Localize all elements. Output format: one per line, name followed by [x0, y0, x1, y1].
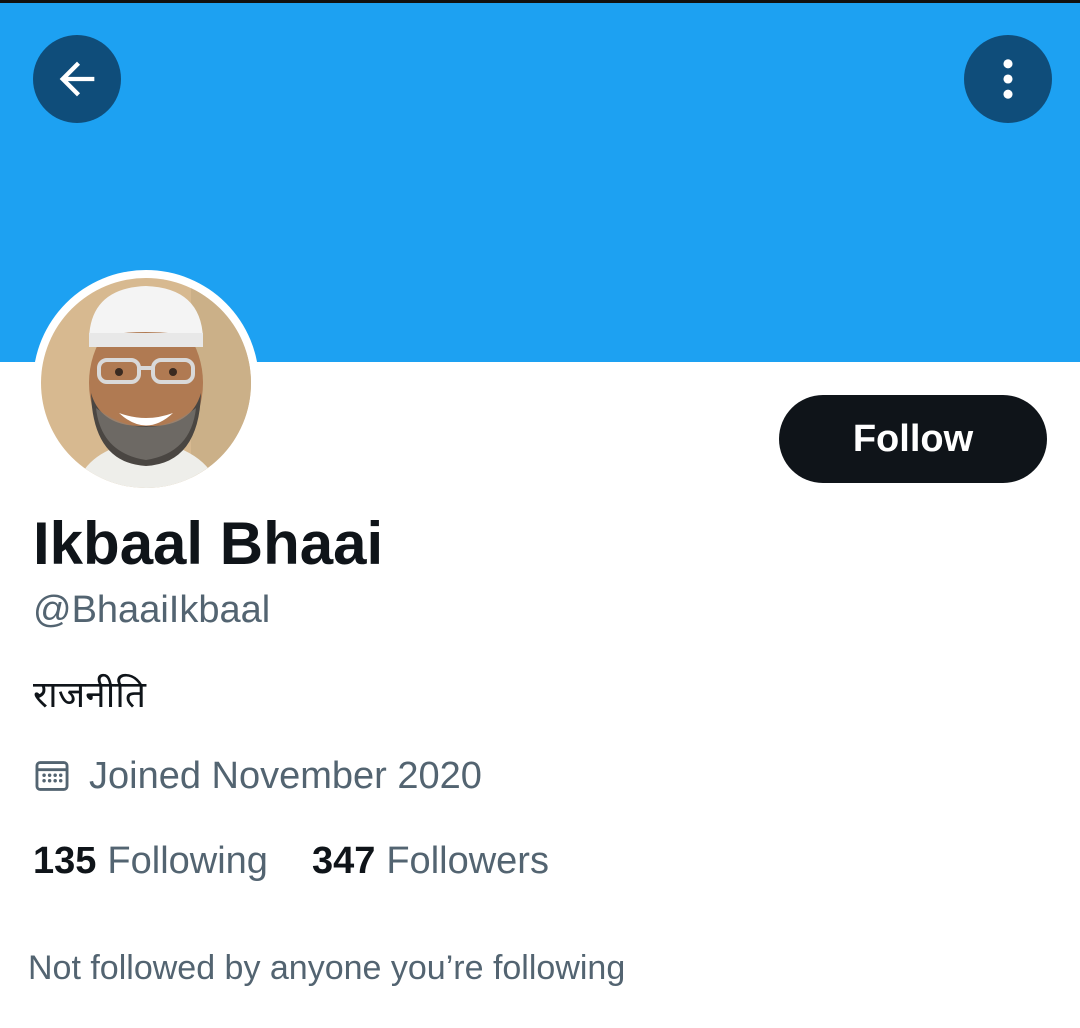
following-link[interactable]: 135 Following	[33, 840, 268, 883]
following-count: 135	[33, 839, 97, 882]
bio: राजनीति	[33, 673, 146, 716]
calendar-icon	[35, 761, 69, 791]
handle: @BhaaiIkbaal	[33, 589, 271, 631]
followers-label: Followers	[386, 839, 549, 882]
followers-count: 347	[311, 839, 376, 882]
following-label: Following	[107, 839, 268, 882]
follow-stats: 135 Following 347 Followers	[33, 836, 549, 886]
joined-date: Joined November 2020	[89, 754, 482, 797]
more-vertical-icon	[1003, 59, 1013, 99]
not-followed-note: Not followed by anyone you’re following	[28, 949, 626, 987]
back-button[interactable]	[33, 35, 121, 123]
arrow-left-icon	[59, 61, 95, 97]
follow-button[interactable]: Follow	[779, 395, 1047, 483]
display-name: Ikbaal Bhaai	[33, 510, 384, 577]
joined-row: Joined November 2020	[33, 750, 482, 802]
avatar	[41, 278, 251, 488]
avatar-ring[interactable]	[33, 270, 259, 496]
more-options-button[interactable]	[964, 35, 1052, 123]
followers-link[interactable]: 347 Followers	[312, 840, 549, 883]
